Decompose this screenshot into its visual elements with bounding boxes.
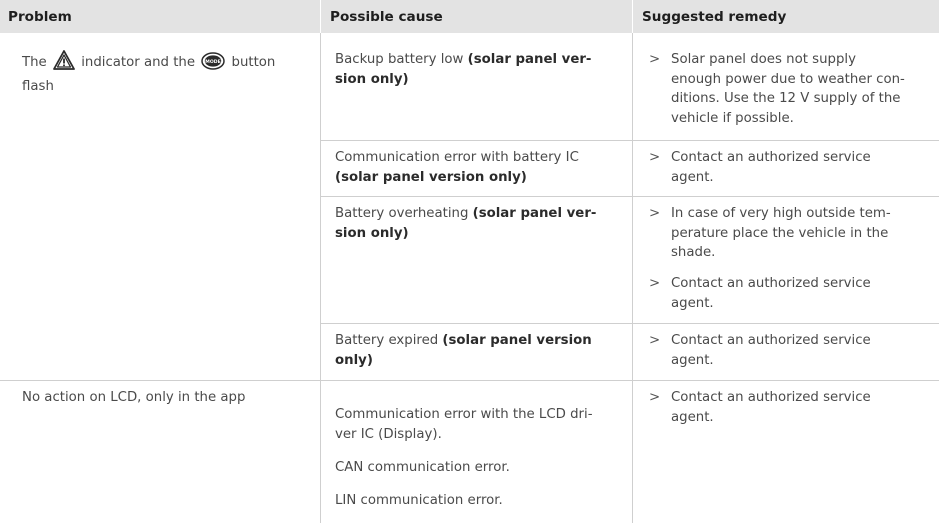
bullet-marker: > <box>649 52 661 67</box>
sub-divider-1 <box>320 140 939 141</box>
row-divider <box>0 380 939 381</box>
warning-triangle-icon <box>53 50 75 77</box>
row1-cause-4: Battery expired (solar panel version onl… <box>335 333 592 368</box>
header-divider-1 <box>320 0 321 33</box>
row1-cause-1: Backup battery low (solar panel ver- sio… <box>335 52 592 87</box>
row2-cause-3: LIN communication error. <box>335 493 503 508</box>
row2-cause-1: Communication error with the LCD dri- ve… <box>335 407 593 442</box>
col-divider-1 <box>320 33 321 523</box>
troubleshooting-table: Problem Possible cause Suggested remedy … <box>0 0 939 523</box>
mode-button-icon: MODE <box>201 52 226 77</box>
bullet-marker: > <box>649 390 661 405</box>
row2-cause-2: CAN communication error. <box>335 460 510 475</box>
col-divider-2 <box>632 33 633 523</box>
row1-problem: The indicator and the MODE button flash <box>22 50 312 96</box>
header-divider-2 <box>632 0 633 33</box>
header-suggested-remedy: Suggested remedy <box>642 9 787 25</box>
row1-cause-2: Communication error with battery IC (sol… <box>335 150 579 185</box>
row1-cause-3: Battery overheating (solar panel ver- si… <box>335 206 597 241</box>
header-possible-cause: Possible cause <box>330 9 443 25</box>
table-header: Problem Possible cause Suggested remedy <box>0 0 939 33</box>
bullet-marker: > <box>649 206 661 221</box>
bullet-marker: > <box>649 276 661 291</box>
bullet-marker: > <box>649 333 661 348</box>
bullet-marker: > <box>649 150 661 165</box>
sub-divider-2 <box>320 196 939 197</box>
sub-divider-3 <box>320 323 939 324</box>
header-problem: Problem <box>8 9 72 25</box>
row2-problem: No action on LCD, only in the app <box>22 390 246 405</box>
mode-icon-label: MODE <box>206 59 221 65</box>
